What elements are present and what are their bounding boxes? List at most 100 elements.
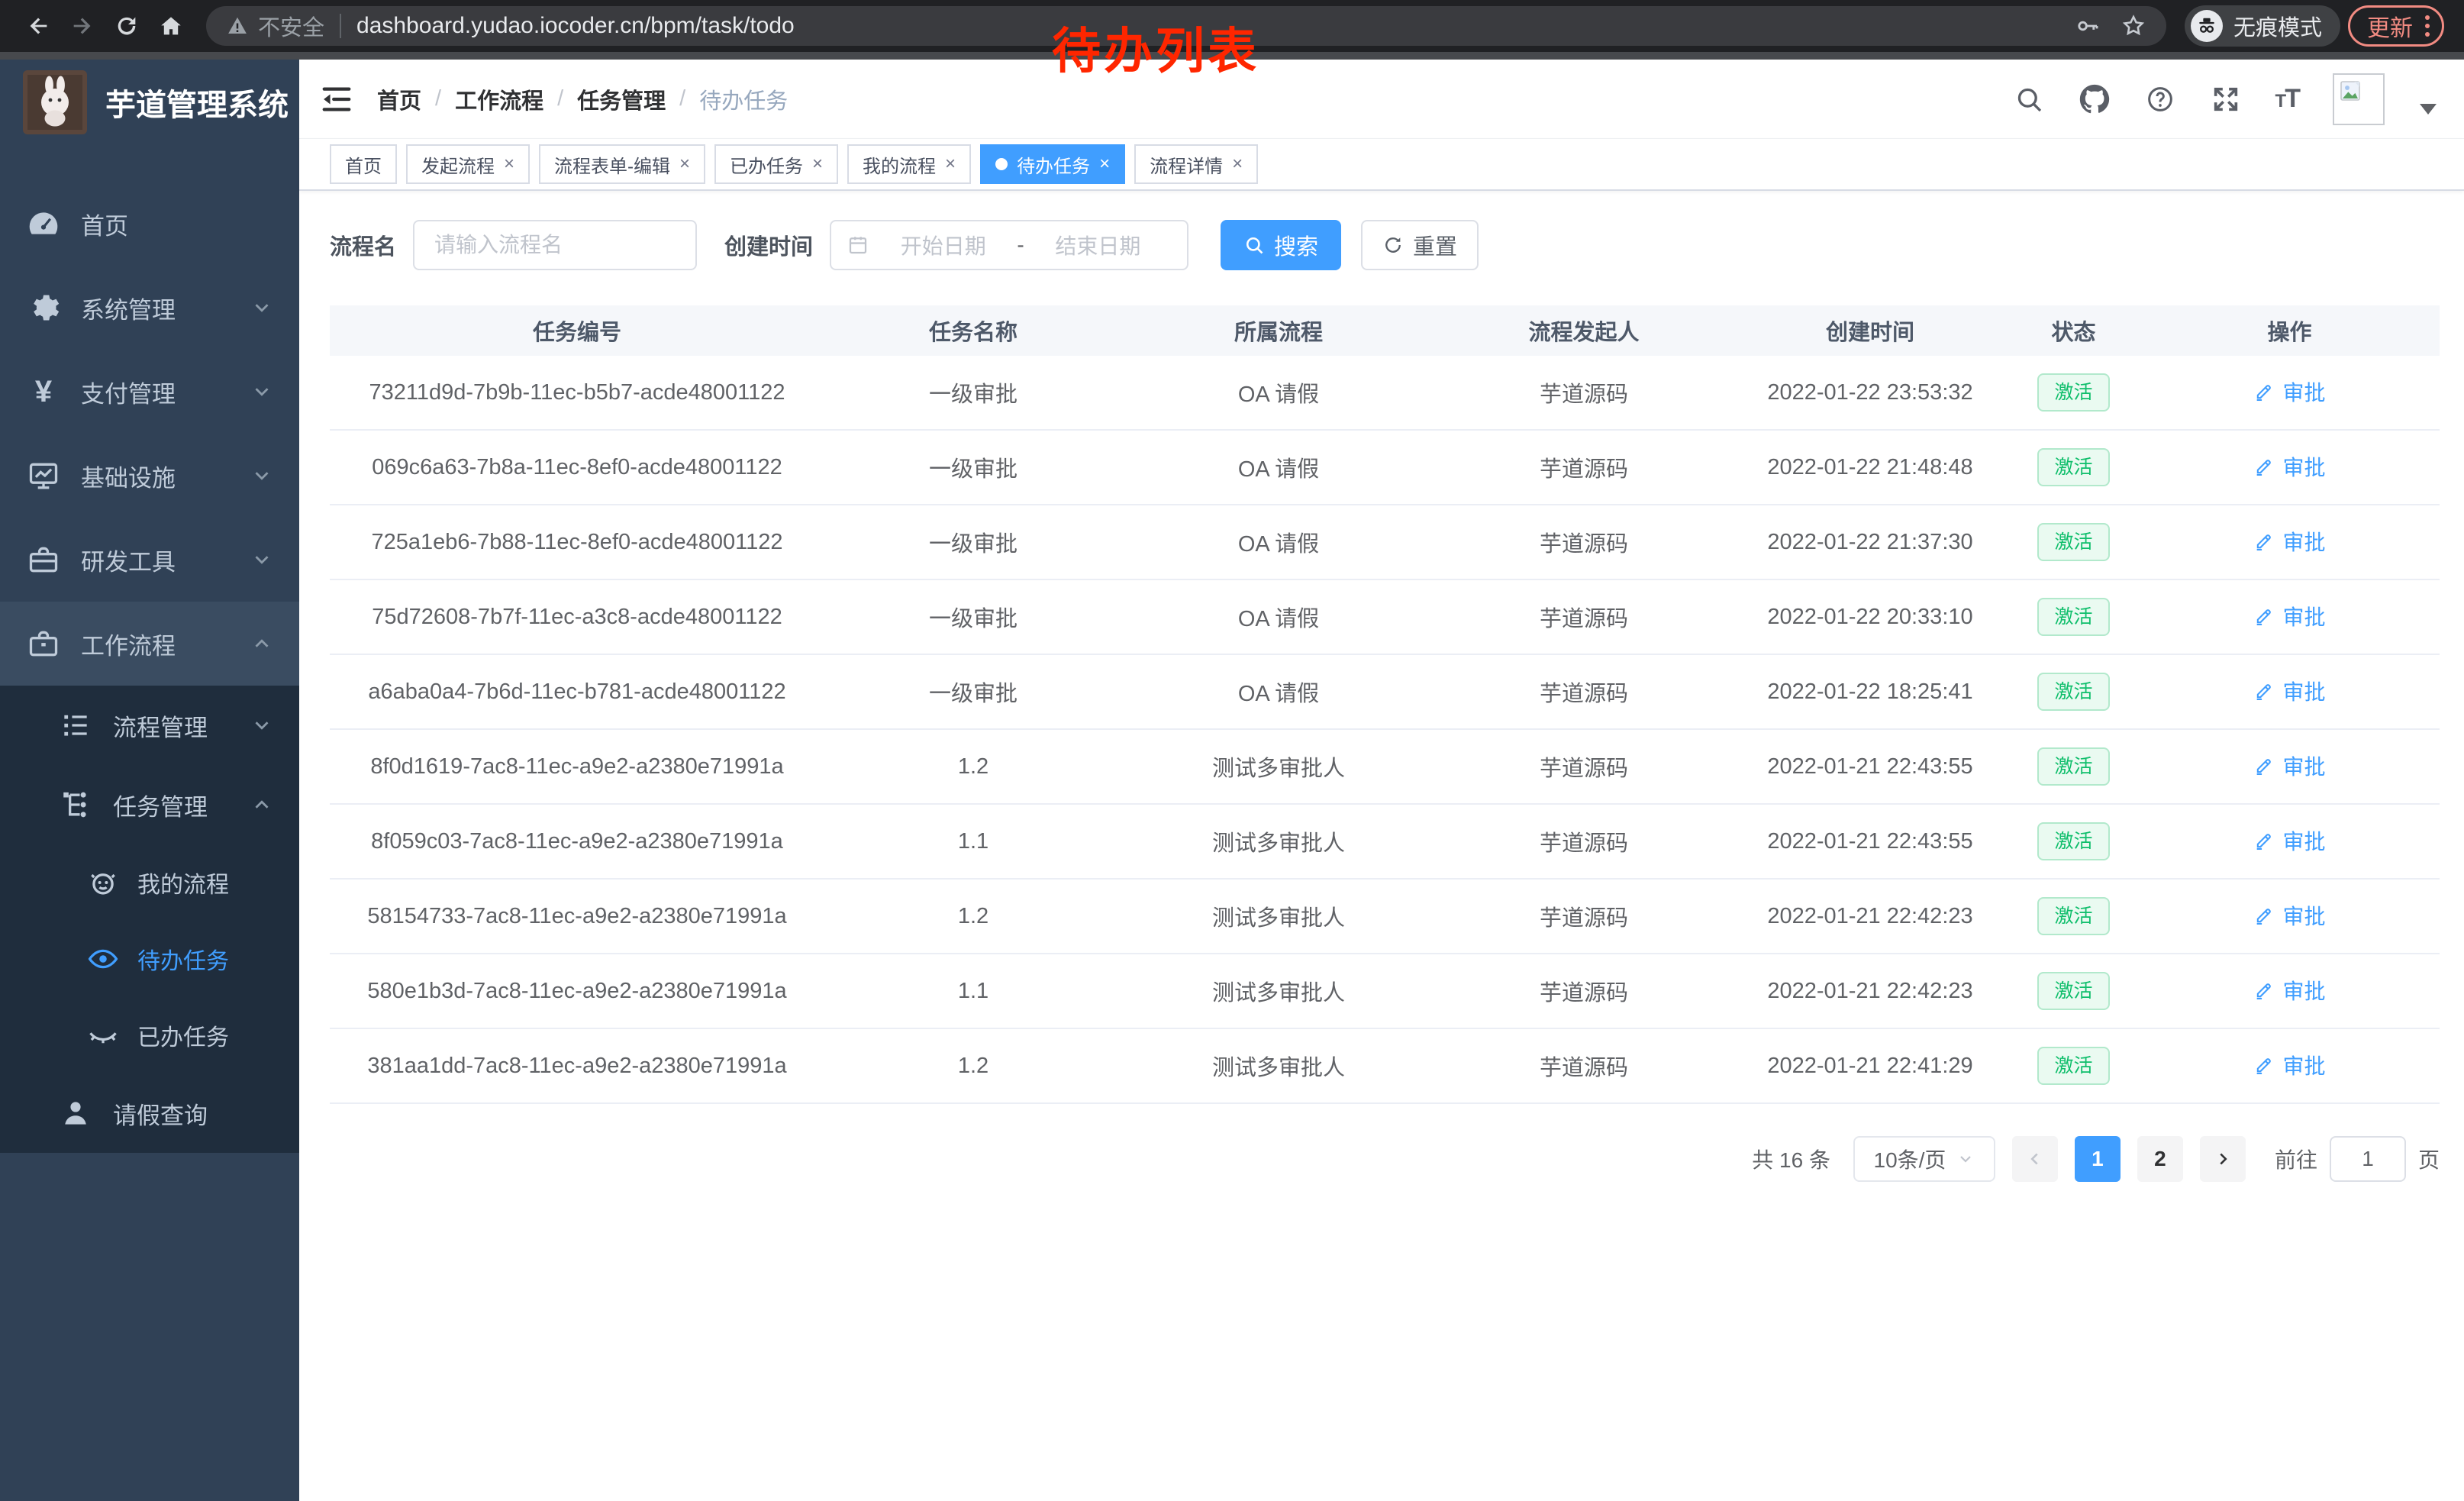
approve-link[interactable]: 审批 [2253,526,2325,557]
approve-link[interactable]: 审批 [2253,1050,2325,1080]
app-title: 芋道管理系统 [105,80,289,124]
breadcrumb-task-management[interactable]: 任务管理 [577,83,666,115]
browser-home-icon[interactable] [153,8,189,44]
sidebar-item-payment[interactable]: ¥ 支付管理 [0,350,299,434]
prev-page-button[interactable] [2012,1136,2058,1182]
breadcrumb-home[interactable]: 首页 [377,83,421,115]
task-id-cell: 580e1b3d-7ac8-11ec-a9e2-a2380e71991a [330,979,824,1004]
date-range-picker[interactable]: 开始日期 - 结束日期 [830,220,1188,270]
sidebar-item-process-management[interactable]: 流程管理 [0,686,299,765]
table-row: 58154733-7ac8-11ec-a9e2-a2380e71991a 1.2… [330,880,2440,954]
table-row: 069c6a63-7b8a-11ec-8ef0-acde48001122 一级审… [330,431,2440,505]
avatar[interactable] [2333,73,2385,125]
sidebar-item-home[interactable]: 首页 [0,182,299,266]
sidebar-item-todo-tasks[interactable]: 待办任务 [0,921,299,997]
approve-link[interactable]: 审批 [2253,601,2325,631]
close-icon[interactable]: × [679,153,690,175]
goto-page-input[interactable] [2330,1136,2406,1182]
browser-update-button[interactable]: 更新 [2348,5,2444,47]
close-icon[interactable]: × [1232,153,1243,175]
approve-link[interactable]: 审批 [2253,451,2325,482]
update-label[interactable]: 更新 [2367,9,2413,43]
close-icon[interactable]: × [945,153,956,175]
browser-menu-icon[interactable] [2425,15,2430,37]
sidebar-item-task-management[interactable]: 任务管理 [0,765,299,844]
search-icon[interactable] [2013,83,2045,115]
starter-cell: 芋道源码 [1435,750,1733,783]
end-date-placeholder[interactable]: 结束日期 [1024,230,1172,260]
page-button-1[interactable]: 1 [2075,1136,2121,1182]
approve-link[interactable]: 审批 [2253,975,2325,1006]
password-key-icon[interactable] [2075,13,2101,39]
tab-home[interactable]: 首页 [330,144,397,184]
github-icon[interactable] [2079,83,2111,115]
start-date-placeholder[interactable]: 开始日期 [869,230,1017,260]
approve-link[interactable]: 审批 [2253,376,2325,407]
chevron-right-icon [2213,1149,2233,1169]
chevron-down-icon [250,548,273,571]
app-logo-image [23,70,87,134]
close-icon[interactable]: × [504,153,514,175]
sidebar-item-my-process[interactable]: 我的流程 [0,844,299,921]
close-icon[interactable]: × [812,153,823,175]
next-page-button[interactable] [2200,1136,2246,1182]
task-id-cell: 73211d9d-7b9b-11ec-b5b7-acde48001122 [330,380,824,405]
process-cell: OA 请假 [1122,601,1435,633]
create-time-cell: 2022-01-22 21:48:48 [1733,455,2008,480]
status-badge: 激活 [2037,747,2109,786]
page-size-select[interactable]: 10条/页 [1853,1136,1995,1182]
action-cell: 审批 [2140,900,2440,932]
task-name-cell: 1.1 [824,979,1122,1004]
sidebar-item-workflow[interactable]: 工作流程 [0,602,299,686]
fullscreen-icon[interactable] [2210,83,2242,115]
table-body: 73211d9d-7b9b-11ec-b5b7-acde48001122 一级审… [330,356,2440,1104]
approve-link[interactable]: 审批 [2253,676,2325,706]
font-size-icon[interactable]: TT [2275,84,2299,114]
tab-form-edit[interactable]: 流程表单-编辑× [539,144,705,184]
process-cell: OA 请假 [1122,676,1435,708]
tab-done-tasks[interactable]: 已办任务× [714,144,838,184]
tab-todo-tasks[interactable]: 待办任务× [980,144,1125,184]
action-cell: 审批 [2140,601,2440,633]
status-badge: 激活 [2037,523,2109,561]
tab-my-process[interactable]: 我的流程× [847,144,971,184]
page-content: 流程名 创建时间 开始日期 - 结束日期 搜索 重置 [299,191,2464,1501]
process-name-label: 流程名 [330,229,396,261]
app-logo-row[interactable]: 芋道管理系统 [0,60,299,145]
browser-reload-icon[interactable] [108,8,145,44]
page-button-2[interactable]: 2 [2137,1136,2183,1182]
sidebar-item-done-tasks[interactable]: 已办任务 [0,997,299,1073]
sidebar-item-infrastructure[interactable]: 基础设施 [0,434,299,518]
breadcrumb-workflow[interactable]: 工作流程 [455,83,543,115]
help-icon[interactable] [2144,83,2176,115]
goto-label: 前往 [2275,1144,2317,1174]
search-button[interactable]: 搜索 [1221,220,1341,270]
close-icon[interactable]: × [1099,153,1110,175]
browser-back-icon[interactable] [20,8,56,44]
tags-view: 首页 发起流程× 流程表单-编辑× 已办任务× 我的流程× 待办任务× 流程详情… [299,139,2464,191]
process-name-input[interactable] [413,220,697,270]
incognito-icon [2191,10,2223,42]
sidebar-item-label: 基础设施 [81,459,176,493]
reset-button[interactable]: 重置 [1361,220,1479,270]
security-label[interactable]: 不安全 [258,10,324,42]
task-id-cell: 58154733-7ac8-11ec-a9e2-a2380e71991a [330,904,824,929]
approve-link[interactable]: 审批 [2253,900,2325,931]
table-row: 75d72608-7b7f-11ec-a3c8-acde48001122 一级审… [330,580,2440,655]
avatar-dropdown-caret[interactable] [2420,104,2437,115]
list-icon [58,708,93,743]
approve-link[interactable]: 审批 [2253,825,2325,856]
browser-forward-icon[interactable] [64,8,101,44]
bookmark-star-icon[interactable] [2121,13,2146,39]
tab-start-process[interactable]: 发起流程× [406,144,530,184]
task-name-cell: 一级审批 [824,526,1122,558]
sidebar-item-leave-query[interactable]: 请假查询 [0,1073,299,1153]
tab-process-detail[interactable]: 流程详情× [1134,144,1258,184]
url-text[interactable]: dashboard.yudao.iocoder.cn/bpm/task/todo [356,13,795,39]
task-name-cell: 1.2 [824,754,1122,780]
sidebar-item-devtools[interactable]: 研发工具 [0,518,299,602]
sidebar-collapse-icon[interactable] [319,82,354,117]
sidebar-item-system[interactable]: 系统管理 [0,266,299,350]
approve-link[interactable]: 审批 [2253,750,2325,781]
task-id-cell: a6aba0a4-7b6d-11ec-b781-acde48001122 [330,679,824,705]
